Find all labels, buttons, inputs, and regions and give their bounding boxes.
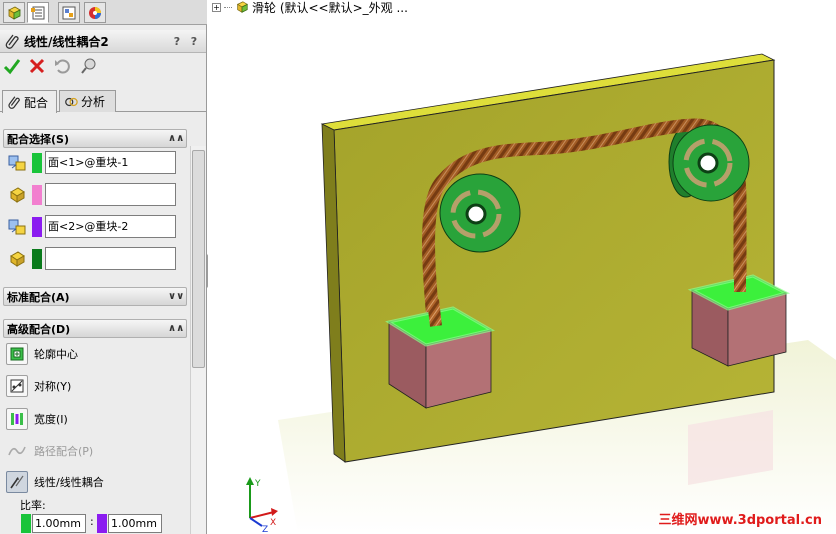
undo-icon bbox=[55, 59, 70, 74]
svg-text:Y: Y bbox=[254, 479, 261, 489]
ratio-separator: : bbox=[90, 515, 94, 528]
property-manager-panel: 线性/线性耦合2 ? ? 配合 分析 配合选择(S) ∧∧ 面<1>@重块-1 … bbox=[0, 0, 207, 534]
ratio-right-swatch bbox=[97, 514, 107, 533]
ratio-right-input[interactable]: 1.00mm bbox=[108, 514, 162, 533]
page-title: 线性/线性耦合2 bbox=[24, 34, 109, 49]
symmetric-icon bbox=[6, 375, 28, 397]
tree-connector bbox=[224, 6, 232, 8]
pushpin-icon bbox=[81, 58, 96, 74]
rope-end-left bbox=[427, 299, 442, 327]
analysis-icon bbox=[65, 97, 78, 106]
entity-select-icon bbox=[8, 219, 26, 235]
selection-color-swatch bbox=[32, 217, 42, 237]
feature-tree-flyout[interactable]: + 滑轮 (默认<<默认>_外观 ... bbox=[212, 0, 408, 15]
selection-row-1: 面<1>@重块-1 bbox=[6, 151, 178, 175]
selection-row-3: 面<2>@重块-2 bbox=[6, 215, 178, 239]
mate-analysis-tabs: 配合 分析 bbox=[0, 88, 206, 113]
feature-manager-tab[interactable] bbox=[3, 2, 25, 23]
ok-button[interactable] bbox=[2, 57, 22, 77]
standard-mates-header[interactable]: 标准配合(A) ∨∨ bbox=[3, 287, 187, 306]
path-mate-label: 路径配合(P) bbox=[34, 445, 94, 458]
appearance-icon bbox=[89, 6, 101, 19]
undo-button[interactable] bbox=[52, 57, 72, 77]
ratio-left-input[interactable]: 1.00mm bbox=[32, 514, 86, 533]
svg-text:X: X bbox=[270, 518, 276, 528]
tab-mates-label: 配合 bbox=[24, 95, 49, 110]
linear-coupler-icon bbox=[6, 471, 28, 493]
action-buttons bbox=[0, 55, 206, 79]
configuration-manager-tab[interactable] bbox=[58, 2, 80, 23]
path-mate-icon bbox=[6, 440, 28, 462]
manager-tab-strip bbox=[0, 0, 207, 25]
width-label: 宽度(I) bbox=[34, 413, 68, 426]
expand-icon[interactable]: ∨∨ bbox=[168, 289, 184, 304]
profile-center-label: 轮廓中心 bbox=[34, 348, 78, 361]
selection-field-3[interactable]: 面<2>@重块-2 bbox=[45, 215, 176, 238]
selection-row-2 bbox=[6, 183, 178, 207]
path-mate-option[interactable]: 路径配合(P) bbox=[6, 438, 186, 464]
svg-text:Z: Z bbox=[262, 525, 268, 534]
profile-center-option[interactable]: 轮廓中心 bbox=[6, 341, 186, 367]
left-pulley-hub bbox=[465, 203, 487, 225]
reference-entity-icon bbox=[10, 251, 25, 267]
selection-color-swatch bbox=[32, 249, 42, 269]
paperclip-icon bbox=[8, 96, 20, 109]
cancel-button[interactable] bbox=[27, 57, 47, 77]
advanced-mates-header[interactable]: 高级配合(D) ∧∧ bbox=[3, 319, 187, 338]
check-icon bbox=[3, 59, 21, 75]
entity-select-icon bbox=[8, 155, 26, 171]
panel-scrollbar[interactable] bbox=[190, 146, 206, 534]
feature-tree-icon bbox=[8, 6, 21, 20]
collapse-icon[interactable]: ∧∧ bbox=[168, 131, 184, 146]
detailed-help-icon[interactable]: ? bbox=[187, 34, 201, 49]
assembly-icon bbox=[236, 1, 248, 13]
width-icon bbox=[6, 408, 28, 430]
selection-color-swatch bbox=[32, 153, 42, 173]
scrollbar-thumb[interactable] bbox=[192, 150, 205, 368]
pin-button[interactable] bbox=[79, 57, 99, 77]
watermark: 三维网www.3dportal.cn bbox=[658, 513, 822, 528]
help-icon[interactable]: ? bbox=[170, 34, 184, 49]
configuration-icon bbox=[62, 6, 76, 19]
selection-field-1[interactable]: 面<1>@重块-1 bbox=[45, 151, 176, 174]
ratio-label: 比率: bbox=[20, 499, 46, 512]
tab-mates[interactable]: 配合 bbox=[2, 90, 57, 113]
selection-field-2[interactable] bbox=[45, 183, 176, 206]
ratio-left-swatch bbox=[21, 514, 31, 533]
standard-mates-title: 标准配合(A) bbox=[7, 290, 70, 304]
property-list-icon bbox=[31, 6, 45, 19]
mate-selections-title: 配合选择(S) bbox=[7, 132, 69, 146]
linear-coupler-option[interactable]: 线性/线性耦合 bbox=[6, 469, 186, 495]
assembly-model[interactable]: Y X Z bbox=[208, 0, 836, 534]
orientation-triad: Y X Z bbox=[246, 477, 278, 534]
mate-selections-header[interactable]: 配合选择(S) ∧∧ bbox=[3, 129, 187, 148]
property-manager-title-bar: 线性/线性耦合2 ? ? bbox=[0, 30, 206, 53]
linear-coupler-label: 线性/线性耦合 bbox=[34, 476, 104, 489]
symmetric-label: 对称(Y) bbox=[34, 380, 72, 393]
close-icon bbox=[29, 58, 45, 74]
collapse-icon[interactable]: ∧∧ bbox=[168, 321, 184, 336]
width-option[interactable]: 宽度(I) bbox=[6, 406, 186, 432]
right-pulley-hub bbox=[697, 152, 719, 174]
selection-color-swatch bbox=[32, 185, 42, 205]
expand-icon[interactable]: + bbox=[212, 2, 221, 12]
selection-field-4[interactable] bbox=[45, 247, 176, 270]
display-manager-tab[interactable] bbox=[84, 2, 106, 23]
symmetric-option[interactable]: 对称(Y) bbox=[6, 373, 186, 399]
reference-entity-icon bbox=[10, 187, 25, 203]
selection-row-4 bbox=[6, 247, 178, 271]
advanced-mates-title: 高级配合(D) bbox=[7, 322, 71, 336]
property-manager-tab[interactable] bbox=[27, 2, 49, 23]
assembly-name: 滑轮 (默认<<默认>_外观 ... bbox=[252, 0, 408, 15]
graphics-viewport[interactable]: Y X Z + 滑轮 (默认<<默认>_外观 ... 三维网www.3dport… bbox=[208, 0, 836, 534]
paperclip-icon bbox=[5, 34, 19, 49]
tab-analysis[interactable]: 分析 bbox=[59, 90, 116, 112]
tab-analysis-label: 分析 bbox=[81, 95, 106, 109]
profile-center-icon bbox=[6, 343, 28, 365]
